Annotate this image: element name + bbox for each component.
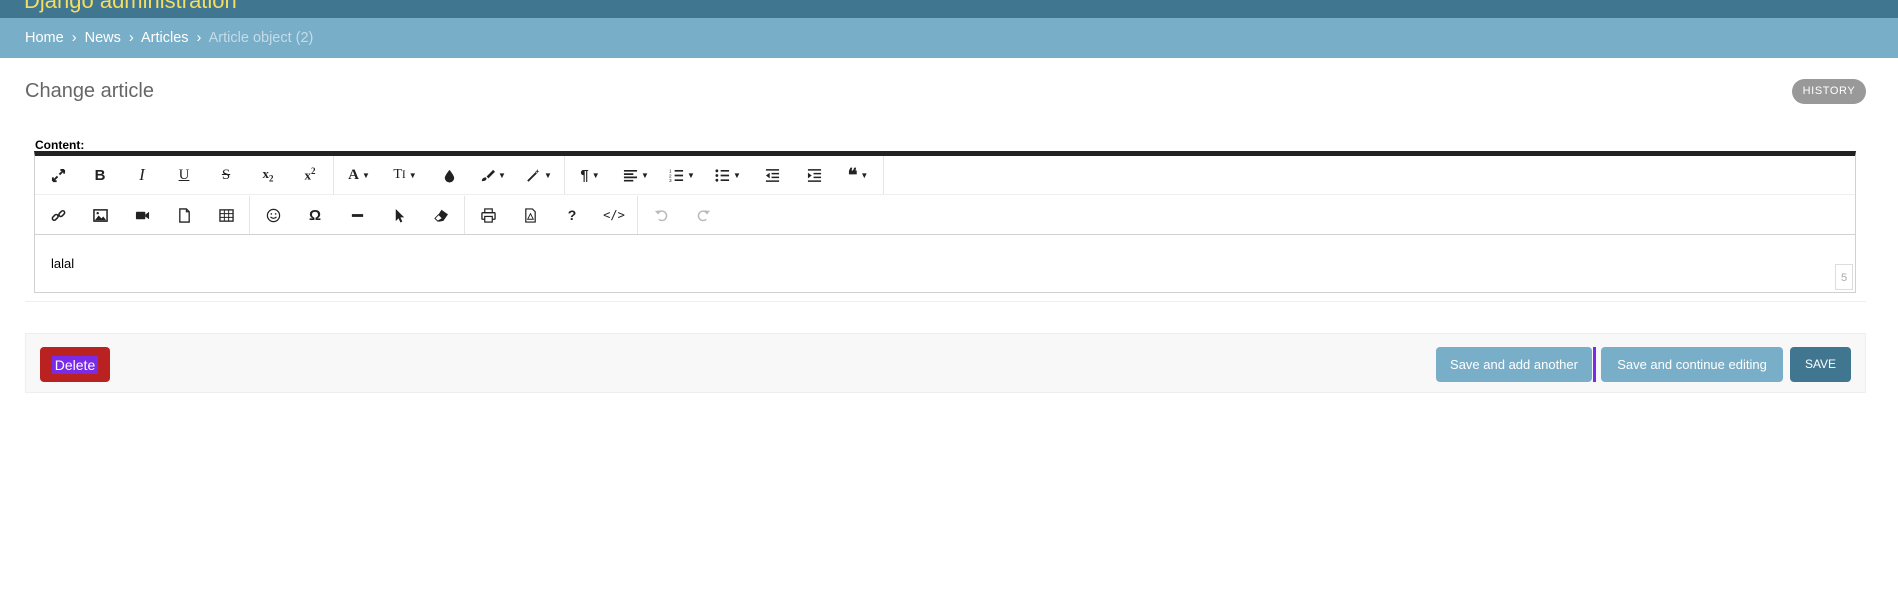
help-icon[interactable]: ? bbox=[551, 200, 593, 230]
clear-format-icon[interactable] bbox=[420, 200, 462, 230]
italic-icon[interactable]: I bbox=[121, 160, 163, 190]
font-size-icon[interactable]: TI ▼ bbox=[382, 160, 428, 190]
unordered-list-icon[interactable]: ▼ bbox=[705, 160, 751, 190]
save-and-continue-button[interactable]: Save and continue editing bbox=[1601, 347, 1783, 382]
site-header: Django administration bbox=[0, 0, 1898, 18]
toolbar-group: Ω bbox=[250, 196, 465, 234]
toolbar-group: ? </> bbox=[465, 196, 638, 234]
outdent-icon[interactable] bbox=[751, 160, 793, 190]
breadcrumb-separator: › bbox=[196, 30, 202, 46]
horizontal-line-icon[interactable] bbox=[336, 200, 378, 230]
breadcrumb-separator: › bbox=[128, 30, 134, 46]
site-branding[interactable]: Django administration bbox=[24, 0, 237, 14]
divider bbox=[25, 301, 1866, 302]
submit-row: Delete Save and add another Save and con… bbox=[25, 333, 1866, 393]
select-all-icon[interactable] bbox=[378, 200, 420, 230]
content-text: lalal bbox=[51, 256, 75, 271]
word-count: 5 bbox=[1835, 264, 1853, 290]
image-icon[interactable] bbox=[79, 200, 121, 230]
toolbar-group bbox=[638, 196, 726, 234]
bold-icon[interactable]: B bbox=[79, 160, 121, 190]
breadcrumb: Home › News › Articles › Article object … bbox=[0, 18, 1898, 58]
breadcrumb-app[interactable]: News bbox=[85, 30, 121, 46]
content-editor-area[interactable]: lalal bbox=[35, 236, 1855, 292]
content-label: Content: bbox=[35, 138, 85, 152]
history-button[interactable]: HISTORY bbox=[1792, 79, 1866, 104]
undo-icon[interactable] bbox=[640, 200, 682, 230]
save-and-add-another-button[interactable]: Save and add another bbox=[1436, 347, 1592, 382]
focus-indicator bbox=[1593, 347, 1596, 382]
fullscreen-icon[interactable] bbox=[37, 160, 79, 190]
breadcrumb-model[interactable]: Articles bbox=[141, 30, 189, 46]
editor-toolbar-row-1: B I U S x2 x2 A ▼ TI ▼ ▼ ▼ ¶ ▼ ▼ 1 2 3 ▼… bbox=[35, 156, 1855, 195]
underline-icon[interactable]: U bbox=[163, 160, 205, 190]
ordered-list-icon[interactable]: 1 2 3 ▼ bbox=[659, 160, 705, 190]
strikethrough-icon[interactable]: S bbox=[205, 160, 247, 190]
magic-icon[interactable]: ▼ bbox=[516, 160, 562, 190]
special-char-icon[interactable]: Ω bbox=[294, 200, 336, 230]
breadcrumb-home[interactable]: Home bbox=[25, 30, 64, 46]
breadcrumb-current: Article object (2) bbox=[208, 30, 314, 46]
toolbar-group: B I U S x2 x2 bbox=[35, 156, 333, 194]
video-icon[interactable] bbox=[121, 200, 163, 230]
toolbar-group: A ▼ TI ▼ ▼ ▼ bbox=[333, 156, 565, 194]
page-title: Change article bbox=[25, 80, 154, 102]
quote-icon[interactable]: ❝ ▼ bbox=[835, 160, 881, 190]
file-icon[interactable] bbox=[163, 200, 205, 230]
redo-icon[interactable] bbox=[682, 200, 724, 230]
paragraph-icon[interactable]: ¶ ▼ bbox=[567, 160, 613, 190]
toolbar-group bbox=[35, 196, 250, 234]
font-family-icon[interactable]: A ▼ bbox=[336, 160, 382, 190]
emoticon-icon[interactable] bbox=[252, 200, 294, 230]
svg-text:3: 3 bbox=[669, 178, 672, 183]
table-icon[interactable] bbox=[205, 200, 247, 230]
superscript-icon[interactable]: x2 bbox=[289, 160, 331, 190]
breadcrumb-separator: › bbox=[71, 30, 77, 46]
print-icon[interactable] bbox=[467, 200, 509, 230]
save-button[interactable]: SAVE bbox=[1790, 347, 1851, 382]
toolbar-group: ¶ ▼ ▼ 1 2 3 ▼ ▼ ❝ ▼ bbox=[565, 156, 884, 194]
subscript-icon[interactable]: x2 bbox=[247, 160, 289, 190]
rich-text-editor: B I U S x2 x2 A ▼ TI ▼ ▼ ▼ ¶ ▼ ▼ 1 2 3 ▼… bbox=[34, 151, 1856, 293]
editor-toolbar-row-2: Ω ? </> bbox=[35, 196, 1855, 235]
align-icon[interactable]: ▼ bbox=[613, 160, 659, 190]
paint-brush-icon[interactable]: ▼ bbox=[470, 160, 516, 190]
link-icon[interactable] bbox=[37, 200, 79, 230]
delete-button[interactable]: Delete bbox=[40, 347, 110, 382]
delete-label: Delete bbox=[51, 355, 99, 374]
indent-icon[interactable] bbox=[793, 160, 835, 190]
color-icon[interactable] bbox=[428, 160, 470, 190]
pdf-icon[interactable] bbox=[509, 200, 551, 230]
code-view-icon[interactable]: </> bbox=[593, 200, 635, 230]
